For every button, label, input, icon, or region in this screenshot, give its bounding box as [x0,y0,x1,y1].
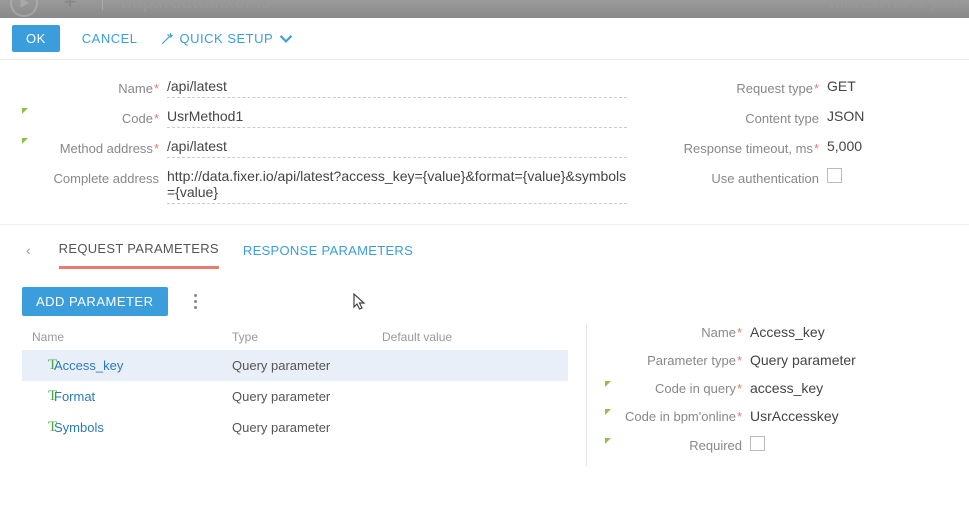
param-detail: Name Access_key Parameter type Query par… [587,324,947,466]
tab-response-parameters[interactable]: RESPONSE PARAMETERS [243,233,413,268]
cell-name: Access_key [54,358,232,373]
add-parameter-button[interactable]: ADD PARAMETER [22,287,168,316]
cell-name: Symbols [54,420,232,435]
more-menu-icon[interactable] [190,290,201,313]
cell-type: Query parameter [232,389,382,404]
checkbox-use-auth[interactable] [827,168,842,183]
detail-label-param-type: Parameter type [605,353,750,368]
detail-label-code-bpm: Code in bpm'online [605,409,750,424]
detail-field-param-type[interactable]: Query parameter [750,352,947,368]
checkbox-required[interactable] [750,436,765,451]
wand-icon [160,32,174,46]
table-row[interactable]: T Access_key Query parameter [22,350,568,381]
cell-type: Query parameter [232,420,382,435]
top-ribbon: + http://data.fixer.io What can I do for… [0,0,969,18]
detail-field-name[interactable]: Access_key [750,324,947,340]
col-default[interactable]: Default value [382,330,558,344]
plus-icon[interactable]: + [56,0,84,16]
url-text: http://data.fixer.io [121,0,272,14]
toolbar: OK CANCEL QUICK SETUP [0,18,969,60]
field-code[interactable]: UsrMethod1 [167,108,627,128]
text-type-icon: T [32,357,54,374]
param-body: Name Type Default value T Access_key Que… [0,324,969,466]
label-use-auth: Use authentication [667,168,827,186]
param-tabs: ‹ REQUEST PARAMETERS RESPONSE PARAMETERS [0,224,969,269]
quick-setup-button[interactable]: QUICK SETUP [160,31,294,46]
col-name[interactable]: Name [32,330,232,344]
cell-type: Query parameter [232,358,382,373]
detail-field-code-bpm[interactable]: UsrAccesskey [750,408,947,424]
param-table: Name Type Default value T Access_key Que… [22,324,587,466]
field-request-type[interactable]: GET [827,78,947,98]
label-content-type: Content type [667,108,827,126]
cell-name: Format [54,389,232,404]
field-complete-address: http://data.fixer.io/api/latest?access_k… [167,168,627,204]
param-toolbar: ADD PARAMETER [0,269,969,324]
cancel-button[interactable]: CANCEL [82,31,138,46]
field-content-type[interactable]: JSON [827,108,947,128]
table-header: Name Type Default value [22,324,568,350]
field-name[interactable]: /api/latest [167,78,627,98]
table-row[interactable]: T Format Query parameter [22,381,568,412]
detail-label-code-query: Code in query [605,381,750,396]
col-type[interactable]: Type [232,330,382,344]
separator [102,0,103,10]
chevron-down-icon [279,32,293,46]
detail-label-required: Required [605,438,750,453]
table-row[interactable]: T Symbols Query parameter [22,412,568,443]
detail-label-name: Name [605,325,750,340]
detail-field-code-query[interactable]: access_key [750,380,947,396]
label-method-address: Method address [22,138,167,156]
label-request-type: Request type [667,78,827,96]
field-response-timeout[interactable]: 5,000 [827,138,947,158]
ok-button[interactable]: OK [12,25,60,52]
form-section: Name /api/latest Code UsrMethod1 Method … [0,60,969,224]
back-chevron-icon[interactable]: ‹ [22,234,35,266]
play-icon[interactable] [10,0,38,17]
search-hint[interactable]: What can I do for you? [828,0,959,11]
field-method-address[interactable]: /api/latest [167,138,627,158]
text-type-icon: T [32,388,54,405]
tab-request-parameters[interactable]: REQUEST PARAMETERS [59,231,219,269]
label-name: Name [22,78,167,96]
label-complete-address: Complete address [22,168,167,186]
text-type-icon: T [32,419,54,436]
label-response-timeout: Response timeout, ms [667,138,827,156]
cursor-icon [353,293,367,311]
label-code: Code [22,108,167,126]
